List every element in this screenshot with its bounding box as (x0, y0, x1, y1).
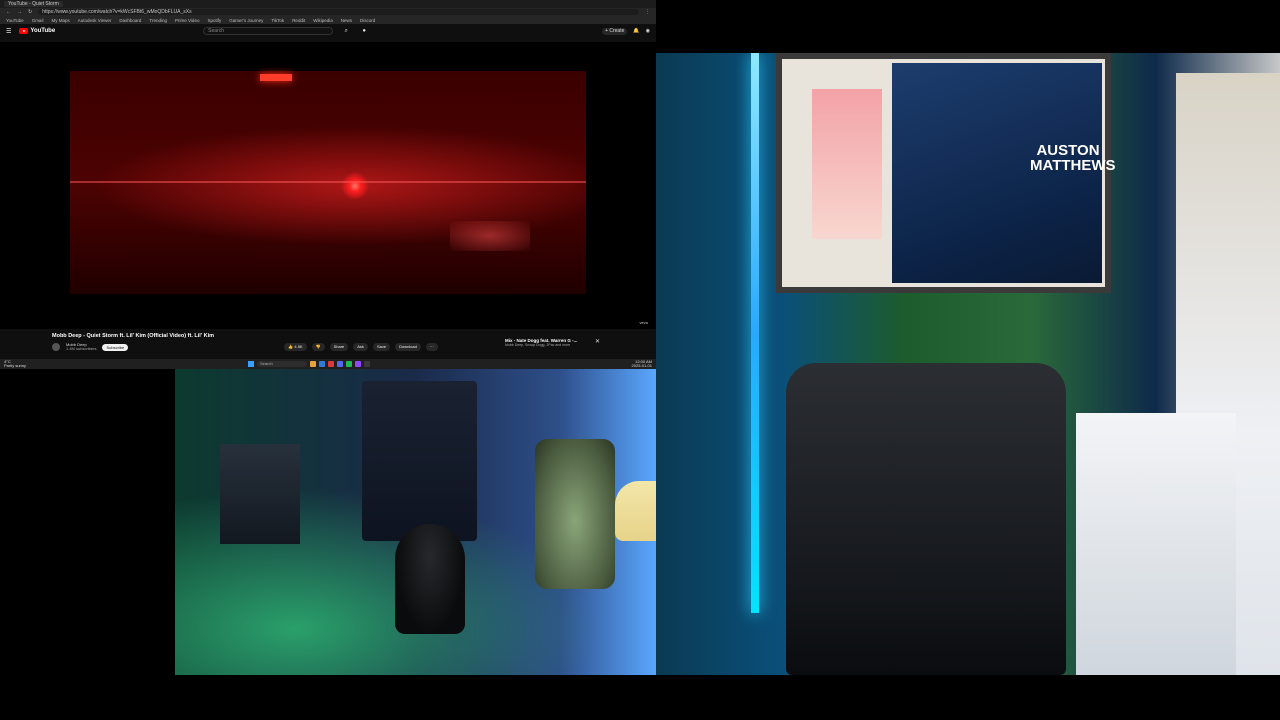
battlegrounds-box (220, 444, 300, 544)
menu-icon[interactable]: ⋮ (645, 9, 650, 15)
poster-art: AUSTON MATTHEWS (892, 63, 1116, 283)
channel-subs: 1.4M subscribers (66, 346, 97, 351)
obs-icon[interactable] (364, 361, 371, 367)
search-icon[interactable]: ⌕ (341, 27, 351, 35)
browser-tab[interactable]: YouTube - Quiet Storm (4, 1, 63, 7)
bookmark-item[interactable]: My Maps (51, 18, 69, 23)
taskbar-apps: Search (248, 361, 371, 367)
poster-left-art (812, 89, 882, 239)
microphone (395, 524, 465, 634)
taskbar-search[interactable]: Search (257, 361, 308, 367)
bookmark-item[interactable]: TikTok (271, 18, 284, 23)
tab-bar: YouTube - Quiet Storm (0, 0, 656, 8)
more-icon[interactable]: ⋯ (425, 343, 438, 351)
reload-icon[interactable]: ↻ (28, 9, 32, 15)
bookmark-item[interactable]: Discord (360, 18, 375, 23)
bookmarks-bar: YouTube Gmail My Maps Autodesk Viewer Da… (0, 16, 656, 24)
neon-sign (260, 74, 292, 81)
speaker (362, 381, 477, 541)
close-icon[interactable]: ✕ (595, 338, 600, 345)
header-actions: + Create 🔔 ◉ (602, 27, 650, 35)
subscribe-button[interactable]: Subscribe (102, 343, 129, 351)
like-count: 4.5K (294, 344, 303, 349)
edge-icon[interactable] (319, 361, 326, 367)
bookmark-item[interactable]: Prime Video (175, 18, 199, 23)
screen-capture: YouTube - Quiet Storm ← → ↻ https://www.… (0, 0, 656, 369)
video-player[interactable]: vevo (0, 42, 656, 329)
car-lights (450, 221, 530, 251)
bookmark-item[interactable]: News (341, 18, 352, 23)
file-explorer-icon[interactable] (310, 361, 317, 367)
bookmark-item[interactable]: Autodesk Viewer (78, 18, 112, 23)
hamburger-icon[interactable]: ☰ (6, 28, 11, 35)
bookmark-item[interactable]: Gamer's Journey (229, 18, 263, 23)
discord-icon[interactable] (337, 361, 344, 367)
avatar[interactable]: ◉ (646, 28, 650, 34)
poster-name: AUSTON MATTHEWS (1030, 142, 1116, 174)
taskbar-clock[interactable]: 12:00 AM 2025-01-01 (632, 360, 652, 368)
glass-jar (535, 439, 615, 589)
framed-poster: AUSTON MATTHEWS (776, 53, 1116, 293)
bookmark-item[interactable]: Trending (149, 18, 167, 23)
clock-date: 2025-01-01 (631, 363, 652, 368)
youtube-logo[interactable]: YouTube (19, 28, 55, 34)
bookmark-item[interactable]: Gmail (32, 18, 44, 23)
chrome-icon[interactable] (328, 361, 335, 367)
vevo-watermark: vevo (639, 320, 648, 325)
room-camera-feed: AUSTON MATTHEWS (656, 53, 1280, 675)
ask-button[interactable]: Ask (353, 343, 368, 351)
create-button[interactable]: + Create (602, 27, 628, 35)
microphone-icon[interactable]: ● (359, 27, 369, 35)
spotify-icon[interactable] (346, 361, 353, 367)
like-button[interactable]: 👍 4.5K (284, 343, 307, 351)
bookmark-item[interactable]: Dashboard (119, 18, 141, 23)
download-button[interactable]: Download (395, 343, 421, 351)
led-strip (751, 53, 759, 613)
bookmark-item[interactable]: Wikipedia (313, 18, 333, 23)
mix-subtitle: Mobb Deep, Snoop Dogg, 2Pac and more (505, 343, 571, 347)
youtube-play-icon (19, 28, 29, 34)
channel-avatar[interactable] (52, 343, 60, 351)
windows-start-icon[interactable] (248, 361, 255, 367)
video-frame (70, 71, 586, 294)
dislike-button[interactable]: 👎 (311, 343, 325, 351)
youtube-header: ☰ YouTube Search ⌕ ● + Create 🔔 ◉ (0, 24, 656, 38)
bookmark-item[interactable]: Spotify (207, 18, 221, 23)
light-horizon (70, 181, 586, 183)
forward-icon[interactable]: → (17, 9, 22, 15)
office-chair (786, 363, 1066, 675)
bookmark-item[interactable]: Reddit (292, 18, 305, 23)
bookmark-item[interactable]: YouTube (6, 18, 24, 23)
save-button[interactable]: Save (372, 343, 391, 351)
youtube-logo-text: YouTube (30, 28, 56, 34)
twitch-icon[interactable] (355, 361, 362, 367)
white-cabinet (1076, 413, 1236, 675)
url-field[interactable]: https://www.youtube.com/watch?v=kWcSFBt6… (38, 9, 639, 15)
video-actions: 👍 4.5K 👎 Share Ask Save Download ⋯ (284, 343, 438, 351)
share-button[interactable]: Share (329, 343, 349, 351)
windows-taskbar: 4°C Partly sunny Search 12:00 AM 2025-01… (0, 359, 656, 369)
sneaker (615, 481, 656, 541)
weather-widget[interactable]: 4°C Partly sunny (4, 360, 26, 368)
back-icon[interactable]: ← (6, 9, 11, 15)
search-input[interactable]: Search (203, 27, 334, 35)
weather-desc: Partly sunny (4, 363, 27, 368)
mix-playlist-card[interactable]: Mix - Nate Dogg feat. Warren G -... Mobb… (505, 338, 600, 352)
notifications-icon[interactable]: 🔔 (633, 28, 639, 34)
address-bar: ← → ↻ https://www.youtube.com/watch?v=kW… (0, 8, 656, 16)
channel-info: Mobb Deep 1.4M subscribers (66, 342, 97, 352)
desk-camera-feed (175, 369, 656, 675)
